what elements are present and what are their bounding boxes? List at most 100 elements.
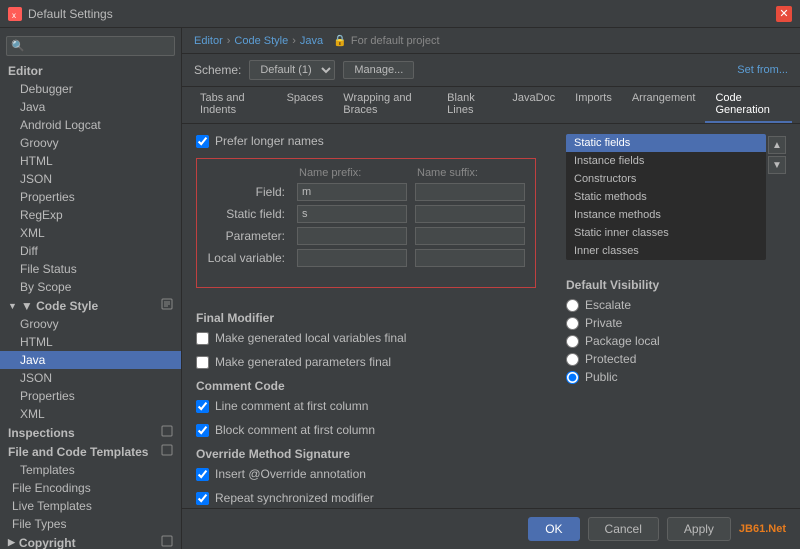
- scheme-select[interactable]: Default (1): [249, 60, 335, 80]
- close-button[interactable]: ✕: [776, 6, 792, 22]
- escalate-radio[interactable]: [566, 299, 579, 312]
- breadcrumb-java[interactable]: Java: [300, 35, 323, 47]
- sidebar-item-android-logcat[interactable]: Android Logcat: [0, 116, 181, 134]
- list-item-instance-methods[interactable]: Instance methods: [566, 206, 766, 224]
- list-item-static-methods[interactable]: Static methods: [566, 188, 766, 206]
- line-comment-label[interactable]: Line comment at first column: [215, 399, 368, 413]
- bottom-bar: OK Cancel Apply JB61.Net: [182, 508, 800, 549]
- repeat-synchronized-checkbox[interactable]: [196, 492, 209, 505]
- package-local-radio[interactable]: [566, 335, 579, 348]
- tab-wrapping[interactable]: Wrapping and Braces: [333, 87, 437, 123]
- sidebar-item-regexp[interactable]: RegExp: [0, 206, 181, 224]
- right-panel-container: Static fields Instance fields Constructo…: [566, 134, 786, 498]
- tab-imports[interactable]: Imports: [565, 87, 622, 123]
- list-item-static-inner-classes[interactable]: Static inner classes: [566, 224, 766, 242]
- tab-code-generation[interactable]: Code Generation: [705, 87, 792, 123]
- private-label[interactable]: Private: [585, 316, 622, 330]
- arrow-up-button[interactable]: ▲: [768, 136, 786, 154]
- sidebar-item-code-style[interactable]: ▼ ▼ Code Style: [0, 296, 181, 315]
- make-params-final-label[interactable]: Make generated parameters final: [215, 355, 391, 369]
- local-variable-prefix-input[interactable]: [297, 249, 407, 267]
- sidebar-item-file-types[interactable]: File Types: [0, 515, 181, 533]
- local-variable-suffix-input[interactable]: [415, 249, 525, 267]
- ok-button[interactable]: OK: [528, 517, 579, 541]
- sidebar-item-inspections[interactable]: Inspections: [0, 423, 181, 442]
- parameter-prefix-input[interactable]: [297, 227, 407, 245]
- sidebar-item-groovy-style[interactable]: Groovy: [0, 315, 181, 333]
- search-box[interactable]: 🔍: [6, 36, 175, 56]
- search-input[interactable]: [6, 36, 175, 56]
- make-params-final-checkbox[interactable]: [196, 356, 209, 369]
- sidebar-item-json-style[interactable]: JSON: [0, 369, 181, 387]
- sidebar-item-file-encodings[interactable]: File Encodings: [0, 479, 181, 497]
- sidebar-item-html-editor[interactable]: HTML: [0, 152, 181, 170]
- field-prefix-input[interactable]: [297, 183, 407, 201]
- breadcrumb-code-style[interactable]: Code Style: [234, 35, 288, 47]
- sidebar-item-live-templates[interactable]: Live Templates: [0, 497, 181, 515]
- insert-override-checkbox[interactable]: [196, 468, 209, 481]
- prefer-longer-names-checkbox[interactable]: [196, 135, 209, 148]
- private-radio[interactable]: [566, 317, 579, 330]
- scheme-row: Scheme: Default (1) Manage... Set from..…: [182, 54, 800, 87]
- make-locals-final-label[interactable]: Make generated local variables final: [215, 331, 406, 345]
- manage-button[interactable]: Manage...: [343, 61, 414, 79]
- sidebar-item-by-scope[interactable]: By Scope: [0, 278, 181, 296]
- cancel-button[interactable]: Cancel: [588, 517, 659, 541]
- breadcrumb-editor[interactable]: Editor: [194, 35, 223, 47]
- sidebar-item-properties-style[interactable]: Properties: [0, 387, 181, 405]
- tab-arrangement[interactable]: Arrangement: [622, 87, 706, 123]
- parameter-label: Parameter:: [203, 225, 293, 247]
- sidebar-item-file-status[interactable]: File Status: [0, 260, 181, 278]
- sidebar-item-file-and-code-templates[interactable]: File and Code Templates: [0, 442, 181, 461]
- list-item-inner-classes[interactable]: Inner classes: [566, 242, 766, 260]
- tab-spaces[interactable]: Spaces: [277, 87, 334, 123]
- field-suffix-input[interactable]: [415, 183, 525, 201]
- apply-button[interactable]: Apply: [667, 517, 731, 541]
- title-bar: x Default Settings ✕: [0, 0, 800, 28]
- insert-override-label[interactable]: Insert @Override annotation: [215, 467, 366, 481]
- col-suffix-header: Name suffix:: [411, 165, 529, 181]
- package-local-label[interactable]: Package local: [585, 334, 660, 348]
- name-table: Name prefix: Name suffix: Field:: [203, 165, 529, 269]
- public-radio[interactable]: [566, 371, 579, 384]
- static-field-prefix-input[interactable]: [297, 205, 407, 223]
- protected-radio[interactable]: [566, 353, 579, 366]
- sidebar-item-xml-style[interactable]: XML: [0, 405, 181, 423]
- static-field-suffix-input[interactable]: [415, 205, 525, 223]
- block-comment-label[interactable]: Block comment at first column: [215, 423, 375, 437]
- list-item-constructors[interactable]: Constructors: [566, 170, 766, 188]
- line-comment-checkbox[interactable]: [196, 400, 209, 413]
- escalate-label[interactable]: Escalate: [585, 298, 631, 312]
- parameter-suffix-input[interactable]: [415, 227, 525, 245]
- arrow-down-button[interactable]: ▼: [768, 156, 786, 174]
- sidebar-item-diff[interactable]: Diff: [0, 242, 181, 260]
- prefer-longer-names-label[interactable]: Prefer longer names: [215, 134, 324, 148]
- list-item-static-fields[interactable]: Static fields: [566, 134, 766, 152]
- tab-tabs-indents[interactable]: Tabs and Indents: [190, 87, 277, 123]
- field-prefix-cell: [293, 181, 411, 203]
- sidebar-item-json-editor[interactable]: JSON: [0, 170, 181, 188]
- sidebar-item-java-editor[interactable]: Java: [0, 98, 181, 116]
- protected-label[interactable]: Protected: [585, 352, 636, 366]
- tab-blank-lines[interactable]: Blank Lines: [437, 87, 502, 123]
- set-from-link[interactable]: Set from...: [737, 64, 788, 76]
- sidebar-item-html-style[interactable]: HTML: [0, 333, 181, 351]
- watermark: JB61.Net: [739, 523, 786, 535]
- list-item-instance-fields[interactable]: Instance fields: [566, 152, 766, 170]
- static-field-prefix-cell: [293, 203, 411, 225]
- public-label[interactable]: Public: [585, 370, 618, 384]
- table-row: Static field:: [203, 203, 529, 225]
- block-comment-checkbox[interactable]: [196, 424, 209, 437]
- sidebar-item-properties-editor[interactable]: Properties: [0, 188, 181, 206]
- tab-javadoc[interactable]: JavaDoc: [502, 87, 565, 123]
- sidebar-item-xml-editor[interactable]: XML: [0, 224, 181, 242]
- sidebar-item-editor[interactable]: Editor: [0, 62, 181, 80]
- make-locals-final-checkbox[interactable]: [196, 332, 209, 345]
- repeat-synchronized-label[interactable]: Repeat synchronized modifier: [215, 491, 374, 505]
- sidebar-item-templates[interactable]: Templates: [0, 461, 181, 479]
- sidebar-item-copyright[interactable]: ▶ Copyright: [0, 533, 181, 549]
- sidebar-item-java-style[interactable]: Java: [0, 351, 181, 369]
- sidebar-item-groovy-editor[interactable]: Groovy: [0, 134, 181, 152]
- sidebar-item-debugger[interactable]: Debugger: [0, 80, 181, 98]
- breadcrumb-project-label: For default project: [351, 35, 440, 47]
